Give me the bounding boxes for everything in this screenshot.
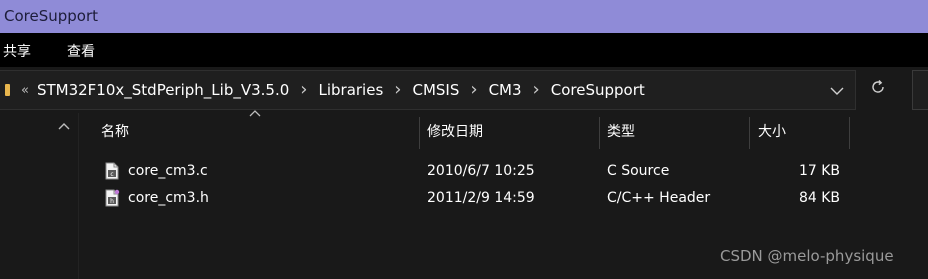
breadcrumb-separator-icon[interactable]: › <box>291 81 316 99</box>
column-header-type[interactable]: 类型 <box>607 113 635 149</box>
breadcrumb-overflow-button[interactable]: « <box>16 84 35 97</box>
breadcrumb-separator-icon[interactable]: › <box>524 81 549 99</box>
breadcrumb-item-stdperiph[interactable]: STM32F10x_StdPeriph_Lib_V3.5.0 <box>35 81 291 99</box>
sort-ascending-icon <box>249 110 261 117</box>
breadcrumb: « STM32F10x_StdPeriph_Lib_V3.5.0 › Libra… <box>5 71 647 109</box>
breadcrumb-separator-icon[interactable]: › <box>461 81 486 99</box>
chevron-up-icon <box>58 123 70 130</box>
file-modified: 2010/6/7 10:25 <box>427 163 535 179</box>
file-name[interactable]: core_cm3.h <box>128 185 209 211</box>
column-header-modified[interactable]: 修改日期 <box>427 113 483 149</box>
chevron-down-icon <box>830 87 844 95</box>
column-separator[interactable] <box>749 117 750 149</box>
c-source-file-icon: c <box>105 162 119 180</box>
title-bar: CoreSupport <box>0 0 928 33</box>
menu-bar: 共享 查看 <box>0 33 928 67</box>
file-modified: 2011/2/9 14:59 <box>427 190 535 206</box>
breadcrumb-item-cmsis[interactable]: CMSIS <box>410 81 461 99</box>
address-row: « STM32F10x_StdPeriph_Lib_V3.5.0 › Libra… <box>0 67 928 113</box>
breadcrumb-item-libraries[interactable]: Libraries <box>316 81 385 99</box>
refresh-button[interactable] <box>864 75 892 99</box>
file-row[interactable]: h core_cm3.h 2011/2/9 14:59 C/C++ Header… <box>79 185 928 211</box>
c-header-file-icon: h <box>105 189 120 207</box>
watermark-text: CSDN @melo-physique <box>720 247 894 265</box>
file-row[interactable]: c core_cm3.c 2010/6/7 10:25 C Source 17 … <box>79 158 928 184</box>
file-size: 84 KB <box>798 190 840 206</box>
refresh-icon <box>872 80 884 93</box>
column-header-row: 名称 修改日期 类型 大小 <box>79 110 928 151</box>
svg-text:h: h <box>110 198 114 205</box>
nav-scroll-up-button[interactable] <box>56 119 72 133</box>
column-separator[interactable] <box>599 117 600 149</box>
breadcrumb-item-cm3[interactable]: CM3 <box>487 81 524 99</box>
address-history-button[interactable] <box>825 81 849 101</box>
file-type: C Source <box>607 163 670 179</box>
column-separator[interactable] <box>849 117 850 149</box>
breadcrumb-separator-icon[interactable]: › <box>385 81 410 99</box>
search-box[interactable] <box>912 70 928 110</box>
address-bar[interactable]: « STM32F10x_StdPeriph_Lib_V3.5.0 › Libra… <box>0 70 856 110</box>
breadcrumb-item-coresupport[interactable]: CoreSupport <box>549 81 647 99</box>
folder-icon <box>5 84 10 96</box>
window-title: CoreSupport <box>4 7 99 25</box>
svg-text:c: c <box>110 171 113 178</box>
column-header-name[interactable]: 名称 <box>101 113 129 149</box>
navigation-pane <box>0 113 78 279</box>
file-size: 17 KB <box>798 163 840 179</box>
file-type: C/C++ Header <box>607 190 711 206</box>
file-name[interactable]: core_cm3.c <box>128 158 208 184</box>
menu-share[interactable]: 共享 <box>3 41 31 61</box>
menu-view[interactable]: 查看 <box>67 41 95 61</box>
column-header-size[interactable]: 大小 <box>758 113 786 149</box>
column-separator[interactable] <box>419 117 420 149</box>
